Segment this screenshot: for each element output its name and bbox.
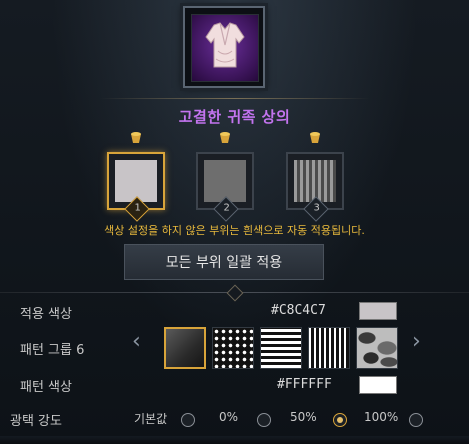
title-divider [100, 98, 370, 99]
pattern-color-swatch[interactable] [359, 376, 397, 394]
gloss-option-50-radio[interactable] [333, 413, 347, 427]
pattern-option-dots[interactable] [212, 327, 254, 369]
dye-slot-3[interactable]: 3 [286, 132, 344, 222]
dye-slot-1[interactable]: 1 [107, 132, 165, 222]
dye-bucket-icon [131, 132, 141, 143]
gloss-option-0-label: 0% [219, 410, 239, 424]
applied-color-hex: #C8C4C7 [271, 303, 326, 318]
gloss-option-100-label: 100% [364, 410, 399, 424]
pattern-option-vertical-stripes[interactable] [308, 327, 350, 369]
pattern-option-gradient[interactable] [164, 327, 206, 369]
pattern-color-label: 패턴 색상 [20, 380, 72, 395]
pattern-color-hex: #FFFFFF [277, 377, 332, 392]
pattern-group-label: 패턴 그룹 6 [20, 343, 85, 358]
bottom-edge [0, 436, 469, 444]
unset-parts-notice: 색상 설정을 하지 않은 부위는 흰색으로 자동 적용됩니다. [104, 224, 365, 237]
pattern-option-horizontal-stripes[interactable] [260, 327, 302, 369]
item-name: 고결한 귀족 상의 [178, 108, 291, 126]
dye-slot-2[interactable]: 2 [196, 132, 254, 222]
apply-all-parts-button[interactable]: 모든 부위 일괄 적용 [124, 244, 324, 280]
applied-color-label: 적용 색상 [20, 307, 72, 322]
gloss-option-100-radio[interactable] [409, 413, 423, 427]
item-icon-frame [183, 6, 265, 88]
noble-top-garment-icon [191, 14, 259, 82]
gloss-option-50-label: 50% [290, 410, 317, 424]
dye-bucket-icon [220, 132, 230, 143]
pattern-prev-arrow-icon[interactable]: ‹ [132, 329, 141, 354]
pattern-next-arrow-icon[interactable]: › [412, 329, 421, 354]
dye-bucket-icon [310, 132, 320, 143]
pattern-option-camouflage[interactable] [356, 327, 398, 369]
gloss-option-0-radio[interactable] [257, 413, 271, 427]
gloss-option-default-label: 기본값 [134, 412, 168, 426]
gloss-intensity-label: 광택 강도 [10, 414, 62, 429]
gloss-option-default-radio[interactable] [181, 413, 195, 427]
applied-color-swatch[interactable] [359, 302, 397, 320]
